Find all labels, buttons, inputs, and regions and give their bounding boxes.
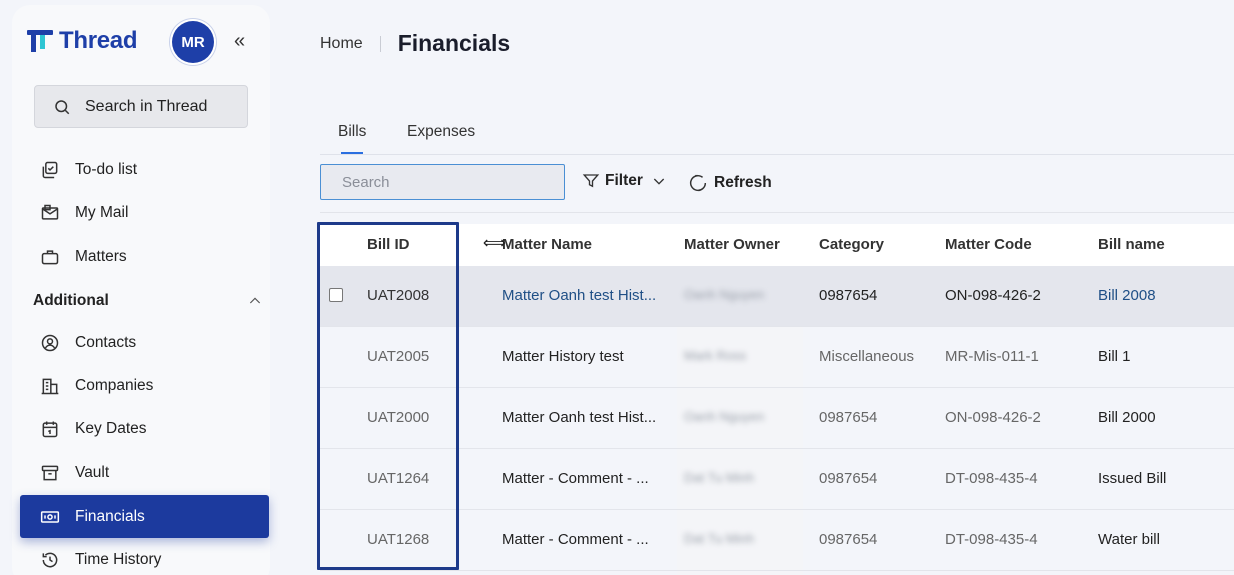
- section-additional[interactable]: Additional: [33, 289, 263, 313]
- sidebar: Thread MR « Search in Thread To-do list …: [12, 5, 270, 575]
- cell-matter-owner: Mark Ross: [684, 348, 747, 363]
- cell-bill-name[interactable]: Bill 2000: [1098, 409, 1156, 426]
- cell-bill-name[interactable]: Issued Bill: [1098, 470, 1166, 487]
- cell-matter-owner: Oanh Nguyen: [684, 287, 765, 302]
- filter-button[interactable]: Filter: [582, 172, 672, 190]
- cell-matter-code: ON-098-426-2: [945, 409, 1041, 426]
- col-category[interactable]: Category: [819, 236, 884, 253]
- cell-matter-name[interactable]: Matter History test: [502, 348, 624, 365]
- todo-icon: [42, 161, 58, 178]
- chevron-down-icon: [653, 178, 665, 185]
- col-bill-name[interactable]: Bill name: [1098, 236, 1165, 253]
- filter-icon: [582, 174, 600, 188]
- calendar-icon: [42, 421, 58, 437]
- refresh-label: Refresh: [714, 174, 772, 191]
- resize-cursor-icon: ⟺: [483, 235, 506, 252]
- sidebar-item-key-dates[interactable]: Key Dates: [20, 407, 269, 450]
- cell-matter-name[interactable]: Matter Oanh test Hist...: [502, 409, 656, 426]
- sidebar-item-contacts[interactable]: Contacts: [20, 321, 269, 364]
- briefcase-icon: [41, 249, 59, 264]
- sidebar-item-matters[interactable]: Matters: [20, 235, 269, 278]
- sidebar-item-label: Financials: [75, 507, 145, 525]
- cell-category: 0987654: [819, 287, 878, 304]
- cell-category: 0987654: [819, 409, 878, 426]
- col-matter-name[interactable]: Matter Name: [502, 236, 592, 253]
- chevron-up-icon: [249, 297, 261, 304]
- cell-bill-name[interactable]: Water bill: [1098, 531, 1160, 548]
- sidebar-search-label: Search in Thread: [85, 97, 208, 115]
- tab-expenses[interactable]: Expenses: [407, 123, 475, 141]
- cell-matter-name[interactable]: Matter - Comment - ...: [502, 531, 649, 548]
- logo-text: Thread: [59, 27, 138, 54]
- search-input[interactable]: [320, 164, 565, 200]
- cell-matter-code: DT-098-435-4: [945, 470, 1038, 487]
- collapse-sidebar-icon[interactable]: «: [234, 30, 245, 53]
- cell-matter-owner: Oanh Nguyen: [684, 409, 765, 424]
- logo-icon: [27, 28, 53, 54]
- cell-matter-code: MR-Mis-011-1: [945, 348, 1039, 365]
- refresh-button[interactable]: Refresh: [687, 172, 772, 194]
- history-icon: [42, 552, 58, 567]
- money-icon: [40, 510, 60, 523]
- filter-label: Filter: [605, 172, 643, 189]
- cell-matter-name[interactable]: Matter - Comment - ...: [502, 470, 649, 487]
- col-matter-code[interactable]: Matter Code: [945, 236, 1032, 253]
- col-matter-owner[interactable]: Matter Owner: [684, 236, 780, 253]
- sidebar-item-mail[interactable]: My Mail: [20, 191, 269, 234]
- cell-matter-owner: Dat Tu Minh: [684, 531, 755, 546]
- contact-icon: [41, 334, 59, 351]
- sidebar-search[interactable]: Search in Thread: [34, 85, 248, 128]
- sidebar-item-label: To-do list: [75, 160, 138, 178]
- sidebar-item-time-history[interactable]: Time History: [20, 538, 269, 575]
- refresh-icon: [690, 174, 707, 192]
- thread-logo[interactable]: Thread: [27, 27, 138, 55]
- sidebar-item-companies[interactable]: Companies: [20, 364, 269, 407]
- cell-matter-owner: Dat Tu Minh: [684, 470, 755, 485]
- cell-matter-code: DT-098-435-4: [945, 531, 1038, 548]
- sidebar-item-todo[interactable]: To-do list: [20, 148, 269, 191]
- sidebar-item-label: Matters: [75, 247, 127, 265]
- building-icon: [41, 378, 59, 394]
- cell-bill-name[interactable]: Bill 2008: [1098, 287, 1156, 304]
- archive-icon: [41, 465, 59, 480]
- mail-icon: [41, 204, 59, 220]
- cell-matter-code: ON-098-426-2: [945, 287, 1041, 304]
- page-title: Financials: [397, 30, 511, 56]
- avatar[interactable]: MR: [172, 21, 214, 63]
- toolbar: Filter Refresh: [320, 163, 1234, 213]
- section-additional-label: Additional: [33, 292, 109, 309]
- cell-bill-name[interactable]: Bill 1: [1098, 348, 1131, 365]
- cell-category: Miscellaneous: [819, 348, 915, 365]
- sidebar-item-financials[interactable]: Financials: [20, 495, 269, 538]
- cell-matter-name[interactable]: Matter Oanh test Hist...: [502, 287, 656, 304]
- sidebar-item-label: Contacts: [75, 333, 137, 351]
- sidebar-item-label: Companies: [75, 376, 154, 394]
- cell-category: 0987654: [819, 531, 878, 548]
- sidebar-item-label: Time History: [75, 550, 162, 568]
- sidebar-item-label: Vault: [75, 463, 110, 481]
- sidebar-item-label: My Mail: [75, 203, 129, 221]
- bill-id-column-highlight: [317, 222, 459, 570]
- breadcrumb-home[interactable]: Home: [320, 35, 363, 53]
- breadcrumb-separator: [379, 35, 381, 52]
- sidebar-item-label: Key Dates: [75, 419, 147, 437]
- breadcrumb: Home Financials: [320, 30, 510, 57]
- search-icon: [55, 99, 70, 114]
- tabs: Bills Expenses: [320, 115, 1234, 155]
- sidebar-item-vault[interactable]: Vault: [20, 451, 269, 494]
- cell-category: 0987654: [819, 470, 878, 487]
- tab-bills[interactable]: Bills: [338, 123, 366, 154]
